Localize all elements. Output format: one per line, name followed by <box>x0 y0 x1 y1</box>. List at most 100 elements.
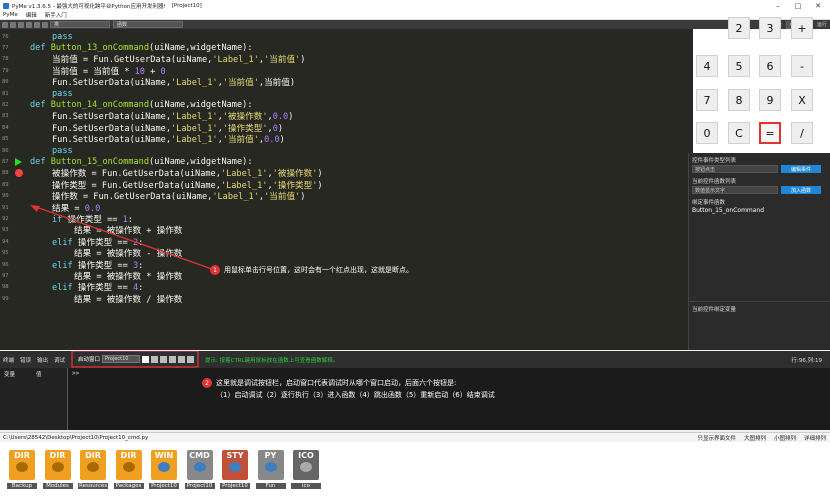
tab-terminal[interactable]: 终端 <box>3 356 14 364</box>
code-line[interactable]: 85 Fun.SetUserData(uiName,'Label_1','当前值'… <box>0 134 693 145</box>
line-number[interactable]: 96 <box>0 262 24 268</box>
close-icon[interactable]: ✕ <box>808 2 828 10</box>
file-item[interactable]: STY Project10 <box>220 450 250 490</box>
small-icons-option[interactable]: 小图排列 <box>774 434 796 442</box>
new-file-icon[interactable] <box>2 21 8 28</box>
calc-key[interactable]: 2 <box>728 17 750 39</box>
run-button[interactable]: 运行 <box>817 21 827 28</box>
code-line[interactable]: 77 def Button_13_onCommand(uiName,widgetN… <box>0 42 693 53</box>
calc-key[interactable]: / <box>791 122 813 144</box>
line-number[interactable]: 84 <box>0 125 24 131</box>
calc-key[interactable]: 4 <box>696 55 718 77</box>
code-line[interactable]: 79 当前值 = 当前值 * 10 + 0 <box>0 65 693 77</box>
line-number[interactable]: 95 <box>0 250 24 256</box>
calc-key[interactable]: 3 <box>759 17 781 39</box>
edit-event-button[interactable]: 编辑事件 <box>781 165 821 173</box>
debug-console[interactable]: >> 2 这里就是调试按钮栏，启动窗口代表调试时从哪个窗口启动，后面六个按钮是:… <box>68 368 830 430</box>
start-debug-icon[interactable] <box>142 355 150 363</box>
minimize-icon[interactable]: – <box>768 2 788 10</box>
code-line[interactable]: 92 if 操作类型 == 1: <box>0 213 693 225</box>
line-number[interactable]: 79 <box>0 68 24 74</box>
calc-key[interactable]: = <box>759 122 781 144</box>
calc-key[interactable]: 9 <box>759 89 781 111</box>
code-line[interactable]: 81 pass <box>0 88 693 99</box>
calc-key[interactable]: C <box>728 122 750 144</box>
line-number[interactable]: 83 <box>0 113 24 119</box>
line-number[interactable]: 85 <box>0 136 24 142</box>
code-line[interactable]: 80 Fun.SetUserData(uiName,'Label_1','当前值'… <box>0 77 693 88</box>
undo-icon[interactable] <box>42 21 48 28</box>
large-icons-option[interactable]: 大图排列 <box>744 434 766 442</box>
event-type-select[interactable]: 按钮点击 <box>692 165 778 173</box>
bound-event-function[interactable]: Button_15_onCommand <box>692 207 764 214</box>
calc-key[interactable]: 7 <box>696 89 718 111</box>
file-item[interactable]: DIR Resources <box>78 450 108 490</box>
current-file-path[interactable]: C:\Users\28542\Desktop\Project10\Project… <box>3 435 148 441</box>
file-item[interactable]: DIR Backup <box>7 450 37 490</box>
code-line[interactable]: 78 当前值 = Fun.GetUserData(uiName,'Label_1'… <box>0 54 693 65</box>
restart-icon[interactable] <box>178 355 186 363</box>
calc-key[interactable]: + <box>791 17 813 39</box>
code-line[interactable]: 99 结果 = 被操作数 / 操作数 <box>0 293 693 305</box>
tab-output[interactable]: 输出 <box>37 356 48 364</box>
calc-key[interactable]: 8 <box>728 89 750 111</box>
file-item[interactable]: CMD Project10 <box>184 450 215 490</box>
code-line[interactable]: 93 结果 = 被操作数 + 操作数 <box>0 225 693 236</box>
copy-icon[interactable] <box>26 21 32 28</box>
menu-beginner[interactable]: 新手入门 <box>45 11 67 19</box>
maximize-icon[interactable]: □ <box>788 2 808 10</box>
line-number[interactable]: 78 <box>0 56 24 62</box>
cut-icon[interactable] <box>18 21 24 28</box>
line-number[interactable]: 91 <box>0 205 24 211</box>
code-line[interactable]: 91 结果 = 0.0 <box>0 202 693 214</box>
file-item[interactable]: DIR Modules <box>42 450 73 490</box>
calc-key[interactable]: X <box>791 89 813 111</box>
calc-key[interactable]: 0 <box>696 122 718 144</box>
add-function-button[interactable]: 加入函数 <box>781 186 821 194</box>
stop-debug-icon[interactable] <box>187 355 195 363</box>
code-line[interactable]: 87 def Button_15_onCommand(uiName,widgetN… <box>0 156 693 167</box>
line-number[interactable]: 86 <box>0 148 24 154</box>
code-line[interactable]: 95 结果 = 被操作数 - 操作数 <box>0 248 693 259</box>
step-out-icon[interactable] <box>169 355 177 363</box>
line-number[interactable]: 94 <box>0 239 24 245</box>
file-item[interactable]: ICO ico <box>291 450 321 490</box>
calc-key[interactable]: - <box>791 55 813 77</box>
line-number[interactable]: 77 <box>0 45 24 51</box>
code-line[interactable]: 98 elif 操作类型 == 4: <box>0 282 693 293</box>
code-line[interactable]: 76 pass <box>0 31 693 42</box>
line-number[interactable]: 82 <box>0 102 24 108</box>
line-number[interactable]: 89 <box>0 182 24 188</box>
paste-icon[interactable] <box>34 21 40 28</box>
menu-pyme[interactable]: PyMe <box>3 12 18 18</box>
code-line[interactable]: 83 Fun.SetUserData(uiName,'Label_1','被操作数… <box>0 111 693 122</box>
code-line[interactable]: 86 pass <box>0 145 693 156</box>
calc-key[interactable]: 6 <box>759 55 781 77</box>
line-number[interactable]: 97 <box>0 273 24 279</box>
file-item[interactable]: DIR Packages <box>113 450 144 490</box>
code-line[interactable]: 89 操作类型 = Fun.GetUserData(uiName,'Label_1… <box>0 179 693 191</box>
save-icon[interactable] <box>10 21 16 28</box>
code-line[interactable]: 94 elif 操作类型 == 2: <box>0 236 693 248</box>
tab-errors[interactable]: 错误 <box>20 356 31 364</box>
file-item[interactable]: WIN Project10 <box>149 450 179 490</box>
launch-window-select[interactable]: Project10 <box>102 355 141 363</box>
function-select[interactable]: 函数 <box>113 21 183 28</box>
step-into-icon[interactable] <box>160 355 168 363</box>
calc-key[interactable]: 5 <box>728 55 750 77</box>
line-number[interactable]: 76 <box>0 34 24 40</box>
code-line[interactable]: 84 Fun.SetUserData(uiName,'Label_1','操作类型… <box>0 122 693 134</box>
line-number[interactable]: 93 <box>0 227 24 233</box>
line-number[interactable]: 90 <box>0 193 24 199</box>
class-select[interactable]: 类 <box>50 21 110 28</box>
line-number[interactable]: 80 <box>0 79 24 85</box>
function-list-select[interactable]: 数值显示文字 <box>692 186 778 194</box>
line-number[interactable]: 92 <box>0 216 24 222</box>
code-line[interactable]: 90 操作数 = Fun.GetUserData(uiName,'Label_1'… <box>0 191 693 202</box>
menu-edit[interactable]: 编辑 <box>26 11 37 19</box>
tab-debug[interactable]: 调试 <box>54 356 65 364</box>
show-ui-files-option[interactable]: 只显示界面文件 <box>697 434 736 442</box>
code-line[interactable]: 82 def Button_14_onCommand(uiName,widgetN… <box>0 99 693 110</box>
code-editor[interactable]: 76 pass 77 def Button_13_onCommand(uiName,w… <box>0 29 693 350</box>
step-over-icon[interactable] <box>151 355 159 363</box>
